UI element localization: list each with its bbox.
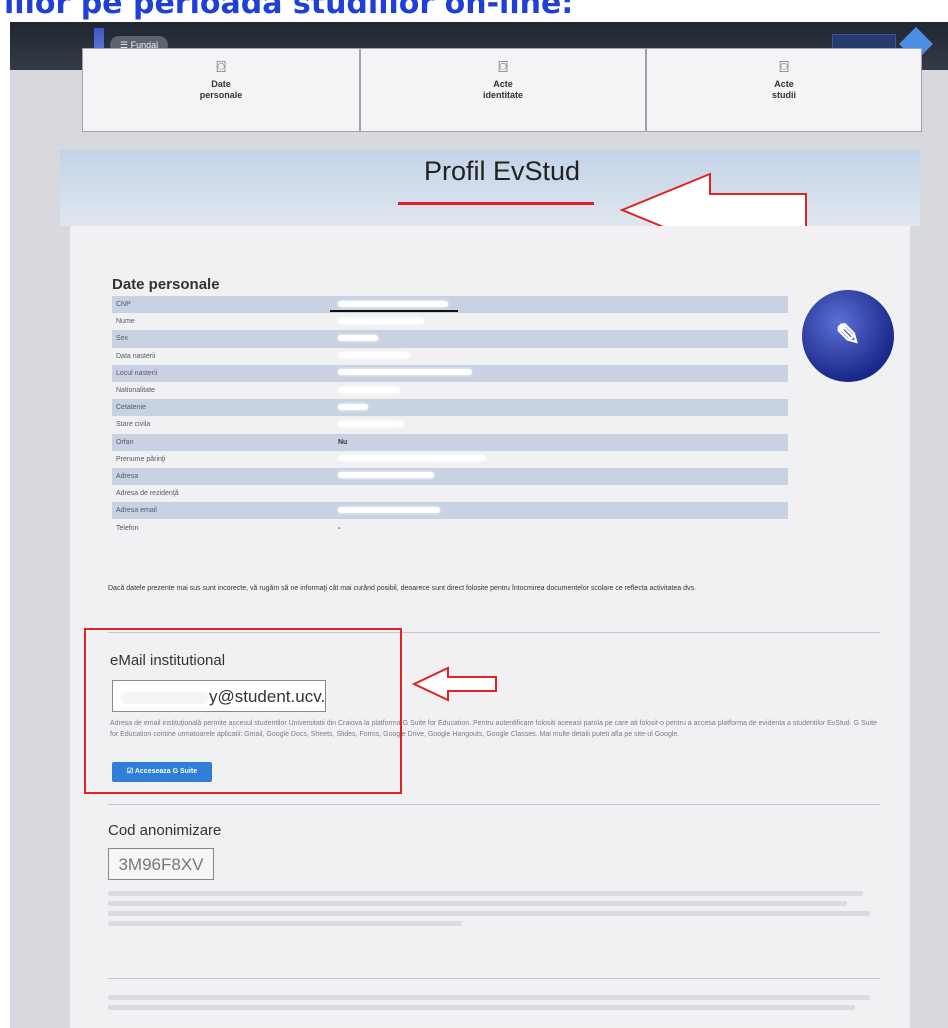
- page-caption: iilor pe perioada studiilor on-line:: [4, 0, 574, 21]
- row-key: Sex: [116, 335, 129, 343]
- row-value: [338, 403, 788, 412]
- email-highlight-annotation: [84, 628, 402, 794]
- table-row: Prenume părinţi: [112, 451, 788, 468]
- row-value: -: [338, 524, 341, 532]
- row-value: [338, 317, 788, 326]
- row-key: Orfan: [116, 438, 134, 446]
- table-row: Adresa email: [112, 502, 788, 520]
- table-row: Nationalitate: [112, 382, 788, 399]
- row-key: Adresa: [116, 472, 139, 480]
- row-value: Nu: [338, 438, 348, 446]
- table-row: Orfan Nu: [112, 433, 788, 451]
- row-key: Cetatenie: [116, 404, 146, 412]
- row-value: [338, 334, 788, 343]
- row-value: [338, 386, 788, 395]
- nav-card-label: Date personale: [199, 79, 243, 100]
- table-row: Locul nasterii: [112, 364, 788, 382]
- table-row: Data nasterii: [112, 348, 788, 365]
- personal-data-title: Date personale: [112, 276, 220, 293]
- avatar[interactable]: ✎: [802, 290, 894, 382]
- title-underline-annotation: [398, 202, 594, 205]
- personal-data-table: CNP Nume Sex Data nasterii Locul nasteri…: [112, 296, 788, 537]
- row-key: Prenume părinţi: [116, 455, 166, 463]
- card-icon: ⌼: [498, 59, 508, 76]
- cod-section-title: Cod anonimizare: [108, 822, 222, 839]
- nav-cards: ⌼ Date personale ⌼ Acte identitate ⌼ Act…: [60, 48, 922, 132]
- row-value: [338, 455, 788, 463]
- row-key: Nationalitate: [116, 387, 155, 395]
- row-value: [338, 420, 788, 429]
- row-key: Data nasterii: [116, 352, 156, 360]
- row-value: [338, 352, 788, 360]
- page-title: Profil EvStud: [423, 156, 581, 186]
- table-row: Stare civila: [112, 416, 788, 433]
- table-row: Sex: [112, 330, 788, 348]
- row-value: [338, 369, 788, 377]
- table-row: Adresa de rezidenţă: [112, 485, 788, 502]
- anonymization-code-field: 3M96F8XV: [108, 848, 214, 880]
- row-key: Locul nasterii: [116, 369, 158, 377]
- row-value: [338, 506, 788, 515]
- section-divider: [108, 978, 880, 979]
- nav-card-acte-identitate[interactable]: ⌼ Acte identitate: [360, 48, 646, 132]
- row-key: CNP: [116, 301, 131, 309]
- row-value: [338, 300, 788, 309]
- row-key: Stare civila: [116, 421, 151, 429]
- row-key: Nume: [116, 318, 135, 326]
- row-key: Adresa de rezidenţă: [116, 490, 179, 498]
- table-row: Telefon -: [112, 519, 788, 536]
- section-divider: [108, 804, 880, 805]
- card-icon: ⌼: [216, 59, 226, 76]
- redaction-strike-line: [330, 310, 458, 312]
- card-icon: ⌼: [779, 59, 789, 76]
- table-row: Nume: [112, 313, 788, 330]
- data-notice-text: Dacă datele prezente mai sus sunt incore…: [108, 585, 696, 592]
- cod-description-blurred: [108, 886, 878, 931]
- row-key: Telefon: [116, 524, 139, 532]
- row-key: Adresa email: [116, 507, 157, 515]
- table-row: Cetatenie: [112, 399, 788, 417]
- nav-card-label: Acte studii: [772, 79, 796, 100]
- left-arrow-annotation-icon: [411, 666, 497, 702]
- table-row: Adresa: [112, 467, 788, 486]
- footer-description-blurred: [108, 990, 878, 1015]
- nav-card-acte-studii[interactable]: ⌼ Acte studii: [646, 48, 922, 132]
- nav-card-date-personale[interactable]: ⌼ Date personale: [82, 48, 360, 132]
- row-value: [338, 472, 788, 480]
- nav-card-label: Acte identitate: [482, 79, 523, 100]
